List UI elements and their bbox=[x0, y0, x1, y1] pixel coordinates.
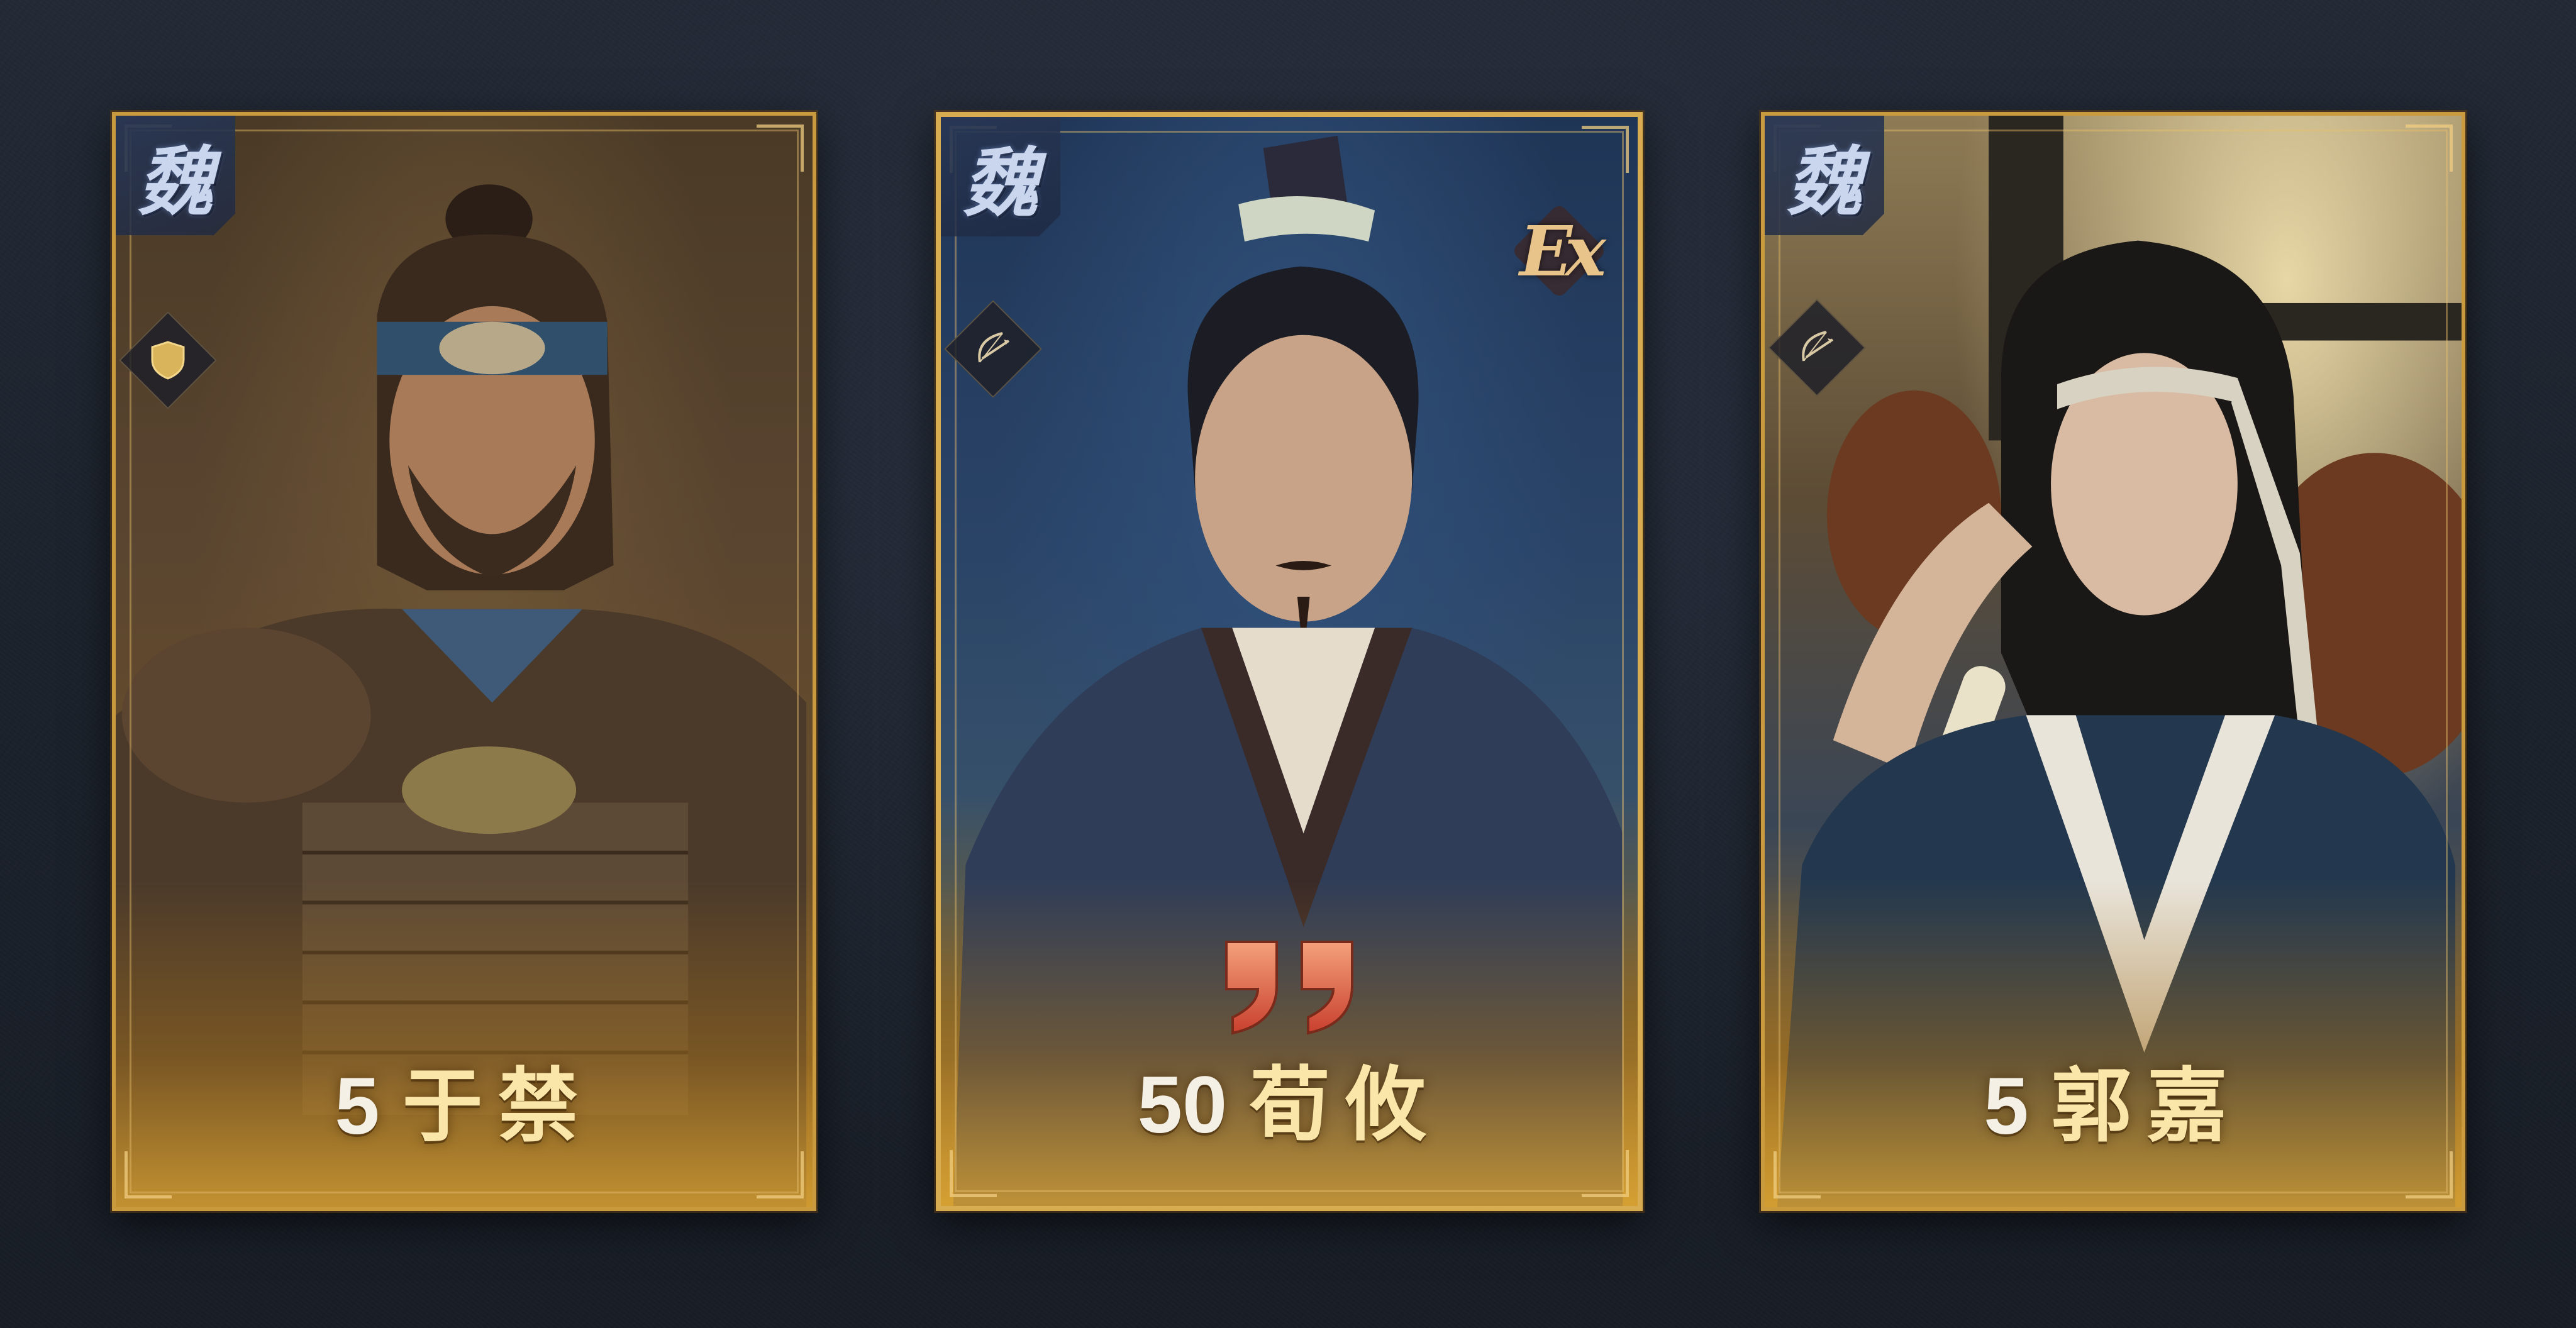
frame-corner bbox=[757, 124, 804, 172]
frame-corner bbox=[125, 1151, 172, 1198]
hero-label: 5 郭嘉 bbox=[1765, 1041, 2462, 1157]
frame-corner bbox=[1582, 1150, 1629, 1197]
troop-type-badge bbox=[944, 300, 1042, 398]
troop-type-badge bbox=[119, 311, 217, 409]
troop-type-badge bbox=[1768, 299, 1866, 397]
frame-corner bbox=[1582, 126, 1629, 173]
bow-icon bbox=[1802, 331, 1834, 362]
hero-card-yujin[interactable]: 魏 5 于禁 bbox=[112, 112, 816, 1211]
frame-corner bbox=[950, 1150, 997, 1197]
hero-name: 于禁 bbox=[402, 1059, 594, 1153]
frame-corner bbox=[2406, 124, 2453, 172]
hero-label: 5 于禁 bbox=[116, 1041, 813, 1157]
frame-corner bbox=[2406, 1151, 2453, 1198]
frame-corner bbox=[757, 1151, 804, 1198]
frame-corner bbox=[1774, 1151, 1821, 1198]
hero-level: 5 bbox=[1984, 1061, 2029, 1151]
hero-name: 荀攸 bbox=[1250, 1058, 1441, 1152]
hero-level: 50 bbox=[1137, 1060, 1228, 1150]
bow-icon bbox=[978, 332, 1010, 363]
ex-badge: Ex bbox=[1506, 197, 1613, 304]
hero-level: 5 bbox=[335, 1061, 380, 1151]
hero-label: 50 荀攸 bbox=[941, 1039, 1638, 1156]
double-quote-icon bbox=[1225, 941, 1353, 1035]
faction-badge: 魏 bbox=[941, 117, 1060, 236]
shield-icon bbox=[151, 341, 185, 380]
ex-label: Ex bbox=[1519, 210, 1606, 292]
hero-selection-screen: 魏 5 于禁 魏 Ex 50 荀攸 魏 5 郭嘉 bbox=[0, 0, 2576, 1328]
awaken-mark bbox=[941, 929, 1638, 1036]
hero-card-guojia[interactable]: 魏 5 郭嘉 bbox=[1761, 112, 2465, 1211]
hero-card-xunyou[interactable]: 魏 Ex 50 荀攸 bbox=[936, 112, 1643, 1211]
hero-name: 郭嘉 bbox=[2051, 1059, 2243, 1153]
faction-badge: 魏 bbox=[116, 116, 235, 235]
faction-badge: 魏 bbox=[1765, 116, 1884, 235]
